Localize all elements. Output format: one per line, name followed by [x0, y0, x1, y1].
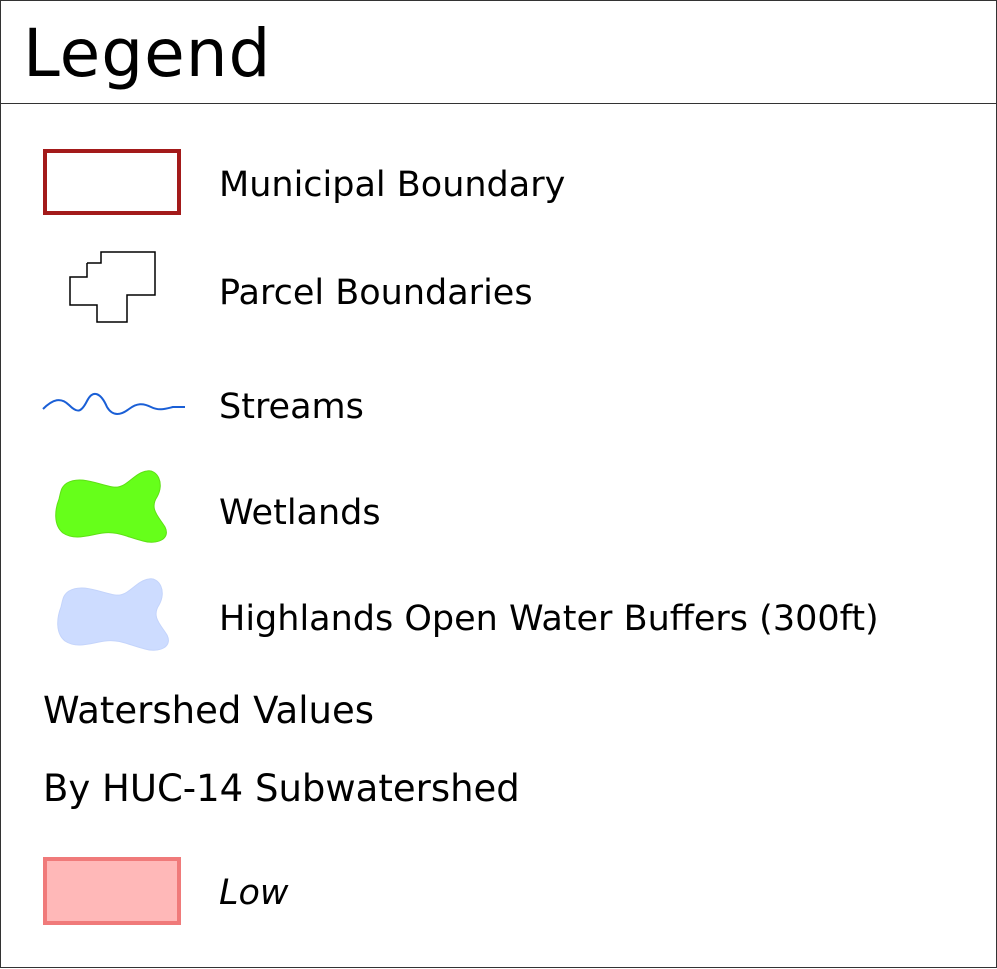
- wetland-patch-icon: [55, 470, 167, 543]
- stream-line-icon: [42, 392, 185, 415]
- legend-item-open-water-buffers: Highlands Open Water Buffers (300ft): [1, 575, 996, 655]
- legend-label-open-water-buffers: Highlands Open Water Buffers (300ft): [219, 599, 879, 639]
- legend-label-parcel-boundaries: Parcel Boundaries: [219, 273, 533, 313]
- parcel-boundary-icon: [69, 251, 156, 323]
- legend-item-streams: Streams: [1, 367, 996, 447]
- map-legend: Legend Municipal Boundary Parcel Boundar…: [0, 0, 997, 968]
- legend-item-wetlands: Wetlands: [1, 469, 996, 549]
- municipal-boundary-icon: [43, 149, 181, 215]
- legend-header: Legend: [1, 1, 996, 104]
- legend-label-low: Low: [219, 873, 289, 913]
- legend-label-wetlands: Wetlands: [219, 493, 381, 533]
- low-value-swatch-icon: [43, 857, 181, 925]
- legend-label-municipal-boundary: Municipal Boundary: [219, 165, 566, 205]
- legend-item-municipal-boundary: Municipal Boundary: [1, 143, 996, 223]
- legend-item-parcel-boundaries: Parcel Boundaries: [1, 249, 996, 329]
- legend-label-streams: Streams: [219, 387, 364, 427]
- legend-item-low: Low: [1, 853, 996, 933]
- legend-section-subtitle: By HUC-14 Subwatershed: [43, 767, 520, 810]
- legend-title: Legend: [23, 15, 272, 92]
- legend-section-title: Watershed Values: [43, 689, 374, 732]
- water-buffer-patch-icon: [57, 578, 169, 651]
